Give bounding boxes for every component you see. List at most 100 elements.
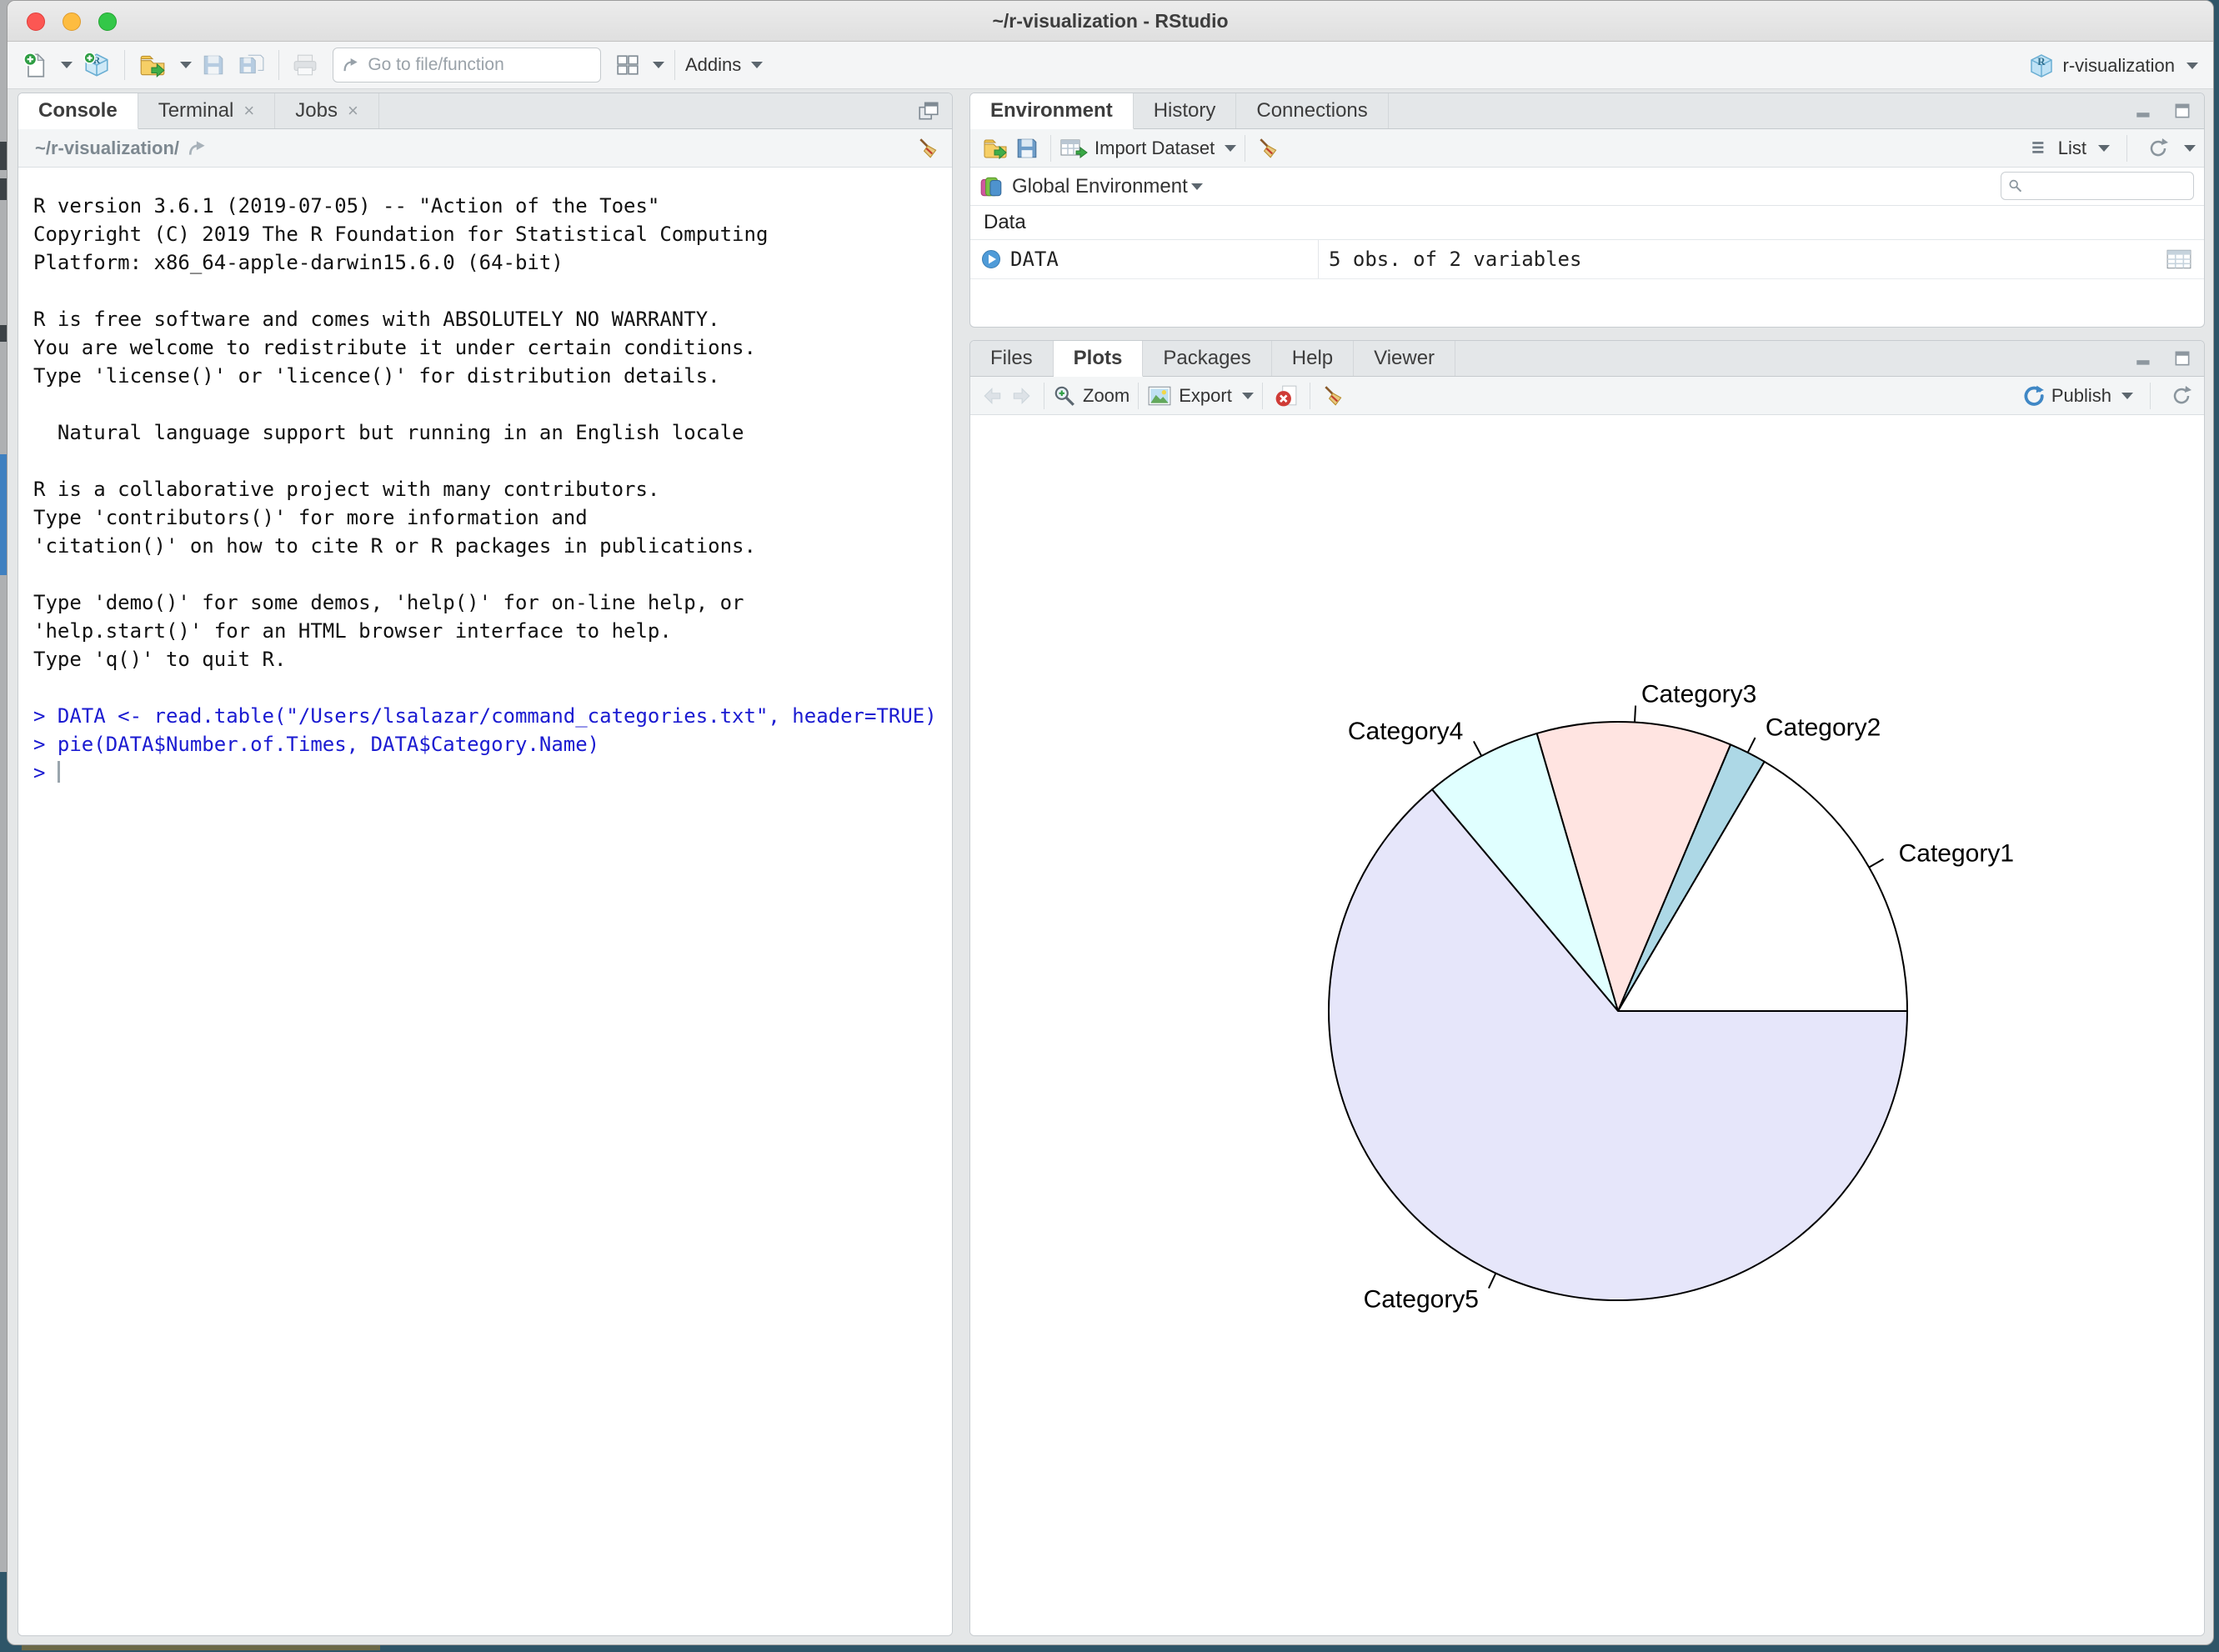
project-menu-button[interactable]: R r-visualization <box>2028 42 2199 89</box>
tab-environment[interactable]: Environment <box>970 93 1134 129</box>
pane-layout-caret[interactable] <box>653 62 664 68</box>
next-plot-button[interactable] <box>1007 383 1035 408</box>
zoom-plot-button[interactable]: Zoom <box>1053 384 1130 408</box>
pie-label: Category4 <box>1348 718 1463 745</box>
new-file-caret[interactable] <box>61 62 73 68</box>
new-file-icon <box>23 52 48 78</box>
tab-terminal[interactable]: Terminal × <box>138 93 276 128</box>
refresh-environment-caret[interactable] <box>2184 145 2196 152</box>
refresh-environment-button[interactable] <box>2144 134 2172 163</box>
table-view-icon <box>2166 248 2192 270</box>
console-output[interactable]: R version 3.6.1 (2019-07-05) -- "Action … <box>18 168 952 1635</box>
plots-toolbar: Zoom Export <box>970 377 2204 415</box>
save-all-icon <box>238 53 265 77</box>
environment-scope-caret[interactable] <box>1191 183 1203 190</box>
minimize-pane-icon <box>2134 102 2154 120</box>
forward-arrow-icon <box>188 139 209 158</box>
restore-panes-button[interactable] <box>914 97 944 125</box>
maximize-pane-icon <box>2172 102 2192 120</box>
forward-arrow-icon <box>1010 387 1032 405</box>
main-toolbar: R <box>8 42 2213 89</box>
console-line: Type 'q()' to quit R. <box>33 645 952 673</box>
export-caret <box>1242 393 1254 399</box>
minimize-pane-button[interactable] <box>2131 346 2157 371</box>
goto-file-search[interactable] <box>333 48 601 83</box>
maximize-pane-button[interactable] <box>2169 346 2196 371</box>
text-cursor <box>58 761 60 783</box>
clear-plots-button[interactable] <box>1319 381 1349 411</box>
tab-console-label: Console <box>38 99 118 123</box>
new-project-button[interactable]: R <box>79 48 114 83</box>
clear-console-button[interactable] <box>914 133 944 163</box>
print-button[interactable] <box>289 50 321 80</box>
previous-plot-button[interactable] <box>979 383 1007 408</box>
title-bar: ~/r-visualization - RStudio <box>8 1 2213 42</box>
export-image-icon <box>1147 385 1172 407</box>
desktop: ~/r-visualization - RStudio R <box>0 0 2219 1652</box>
object-name: DATA <box>1010 248 1059 271</box>
plots-tabstrip: Files Plots Packages Help Viewer <box>970 341 2204 377</box>
pane-layout-button[interactable] <box>613 51 643 79</box>
import-dataset-button[interactable]: Import Dataset <box>1059 137 1236 160</box>
new-file-button[interactable] <box>19 48 51 82</box>
save-workspace-button[interactable] <box>1012 133 1042 163</box>
list-view-caret[interactable] <box>2098 145 2110 152</box>
goto-file-input[interactable] <box>366 54 592 76</box>
pie-label: Category1 <box>1899 840 2014 868</box>
tab-viewer[interactable]: Viewer <box>1354 341 1455 376</box>
tab-jobs[interactable]: Jobs × <box>275 93 379 128</box>
save-all-button[interactable] <box>235 50 268 80</box>
tab-jobs-label: Jobs <box>295 99 338 123</box>
environment-scope-label[interactable]: Global Environment <box>1012 175 1188 198</box>
publish-button[interactable]: Publish <box>2021 384 2133 408</box>
tab-console[interactable]: Console <box>18 93 138 129</box>
tab-packages[interactable]: Packages <box>1143 341 1271 376</box>
pie-label: Category3 <box>1641 681 1756 708</box>
export-plot-button[interactable]: Export <box>1147 385 1254 407</box>
tab-help[interactable]: Help <box>1272 341 1354 376</box>
remove-plot-button[interactable] <box>1271 381 1301 411</box>
environment-scope-row: Global Environment <box>970 168 2204 206</box>
save-icon <box>202 53 225 77</box>
remove-plot-icon <box>1275 384 1298 408</box>
background-fragment <box>0 325 7 342</box>
maximize-pane-icon <box>2172 349 2192 368</box>
console-line <box>33 560 952 588</box>
console-line: > pie(DATA$Number.of.Times, DATA$Categor… <box>33 730 952 758</box>
open-file-caret[interactable] <box>180 62 192 68</box>
tab-files[interactable]: Files <box>970 341 1054 376</box>
refresh-icon <box>2171 385 2192 407</box>
refresh-plots-button[interactable] <box>2167 382 2196 410</box>
tab-connections[interactable]: Connections <box>1236 93 1388 128</box>
view-object-button[interactable] <box>2162 245 2196 273</box>
tab-environment-label: Environment <box>990 99 1113 123</box>
environment-search-box[interactable] <box>2001 172 2194 200</box>
list-view-label[interactable]: List <box>2058 138 2086 159</box>
minimize-pane-button[interactable] <box>2131 98 2157 123</box>
close-icon[interactable]: × <box>348 100 358 122</box>
addins-button[interactable]: Addins <box>685 54 763 76</box>
open-working-dir-icon[interactable] <box>184 136 213 161</box>
environment-tabstrip: Environment History Connections <box>970 93 2204 129</box>
save-button[interactable] <box>198 50 228 80</box>
console-line: Natural language support but running in … <box>33 418 952 447</box>
environment-search-input[interactable] <box>2027 176 2186 197</box>
environment-pane: Environment History Connections <box>969 93 2205 328</box>
tab-history[interactable]: History <box>1134 93 1237 128</box>
load-workspace-button[interactable] <box>979 133 1012 163</box>
tab-plots[interactable]: Plots <box>1054 341 1144 377</box>
tab-packages-label: Packages <box>1163 347 1250 370</box>
clear-environment-button[interactable] <box>1254 133 1284 163</box>
pie-label-tick <box>1474 741 1481 756</box>
pie-label-tick <box>1869 859 1883 868</box>
environment-object-row[interactable]: DATA 5 obs. of 2 variables <box>970 240 2204 279</box>
goto-file-icon <box>342 56 359 74</box>
expand-object-icon[interactable] <box>980 248 1002 270</box>
close-icon[interactable]: × <box>243 100 254 122</box>
working-directory-label: ~/r-visualization/ <box>35 138 179 159</box>
console-line: Type 'demo()' for some demos, 'help()' f… <box>33 588 952 617</box>
maximize-pane-button[interactable] <box>2169 98 2196 123</box>
environment-toolbar: Import Dataset List <box>970 129 2204 168</box>
console-line <box>33 277 952 305</box>
open-file-button[interactable] <box>135 49 170 81</box>
